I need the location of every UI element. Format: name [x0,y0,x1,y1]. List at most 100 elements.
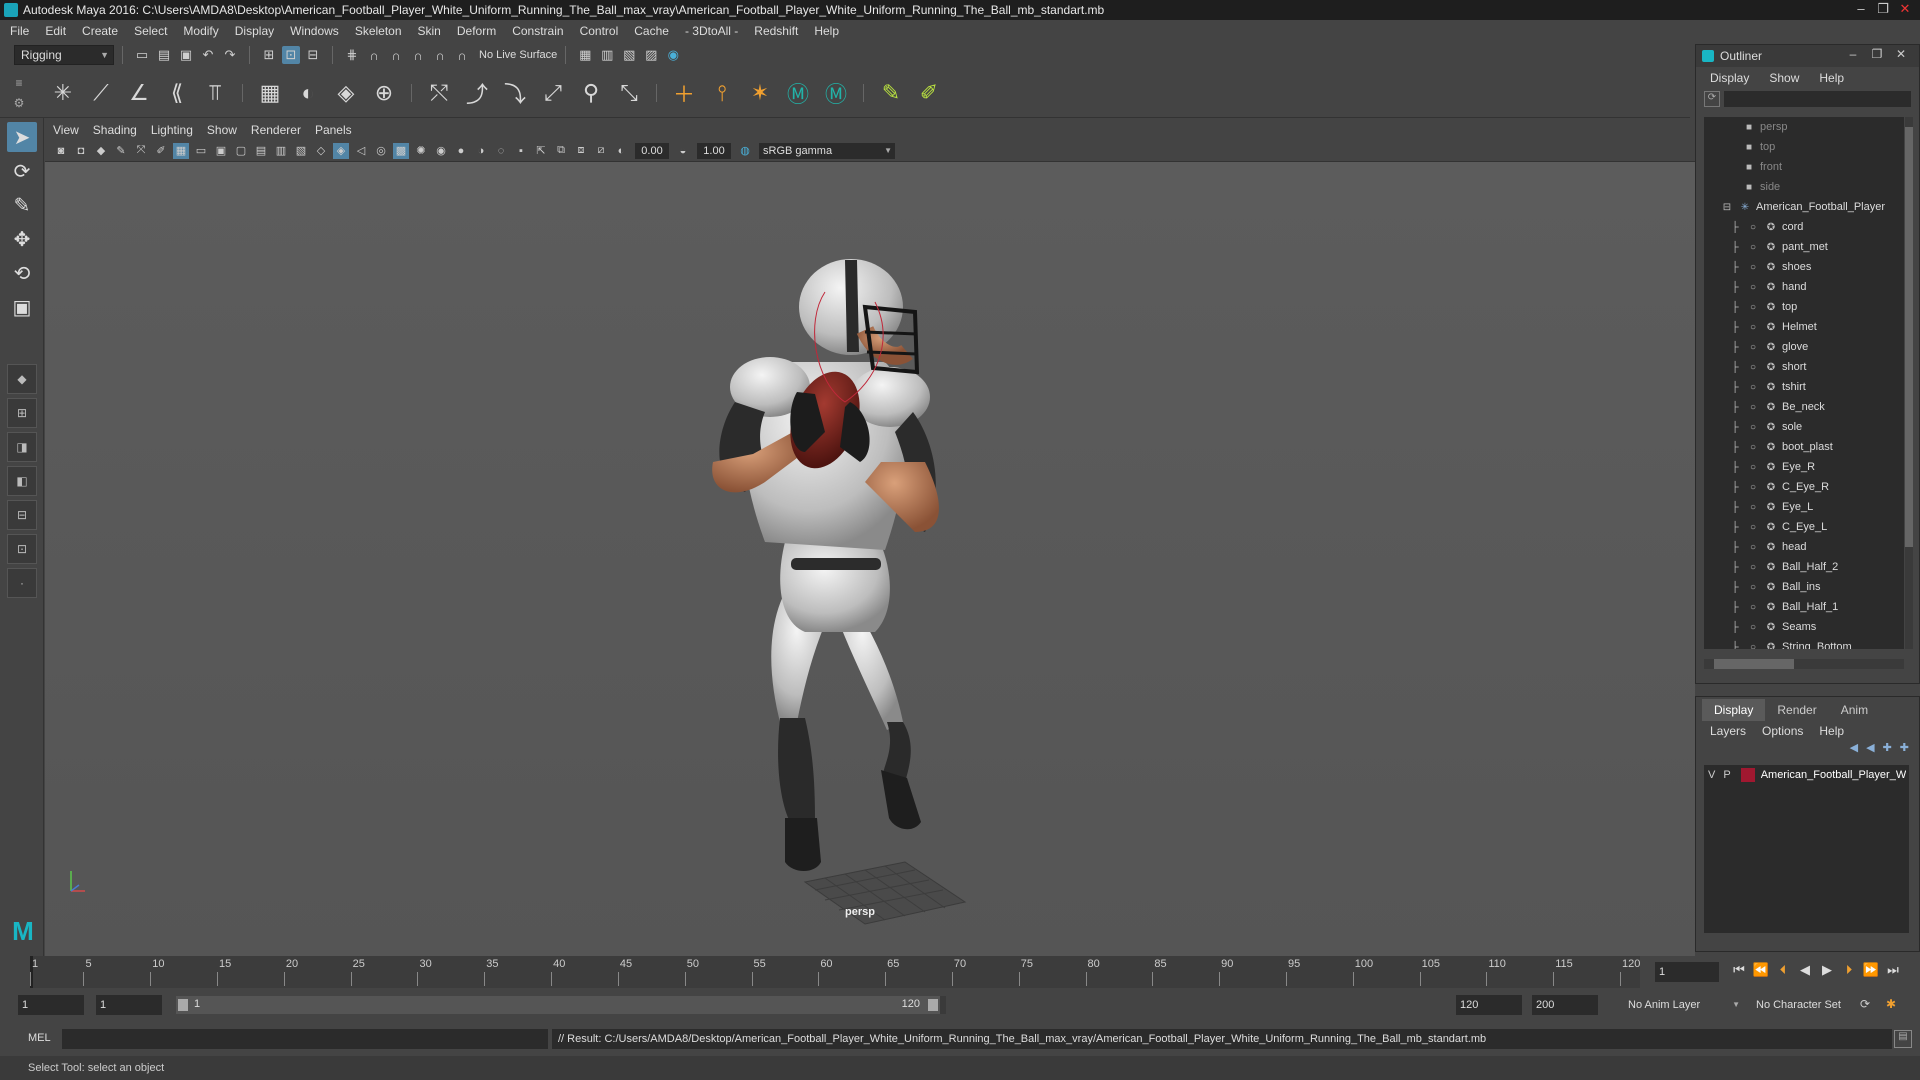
live-surface-label[interactable]: No Live Surface [479,49,557,61]
new-layer-selected-icon[interactable]: ✚ [1900,741,1909,761]
visibility-dot-icon[interactable]: ○ [1746,322,1760,333]
outliner-vertical-scrollbar[interactable] [1905,117,1913,649]
cluster-icon[interactable]: ◐ [293,78,323,108]
panel-menu-panels[interactable]: Panels [315,123,352,137]
step-forward-key-icon[interactable]: ⏵ [1838,962,1860,978]
point-constraint-icon[interactable]: ⤲ [424,78,454,108]
menu-skin[interactable]: Skin [418,24,441,38]
render-settings-icon[interactable]: ▦ [576,46,594,64]
menu-create[interactable]: Create [82,24,118,38]
panel-menu-view[interactable]: View [53,123,79,137]
bounding-box-icon[interactable]: ◁ [353,143,369,159]
tab-anim[interactable]: Anim [1829,699,1880,721]
playback-end-field[interactable]: 120 [1456,995,1522,1015]
outliner-item[interactable]: ├ ○ ✪ C_Eye_L [1704,517,1904,537]
tab-render[interactable]: Render [1765,699,1828,721]
outliner-item[interactable]: ├ ○ ✪ Ball_ins [1704,577,1904,597]
visibility-dot-icon[interactable]: ○ [1746,462,1760,473]
lights-icon[interactable]: ✺ [413,143,429,159]
antialias-icon[interactable]: ◌ [493,143,509,159]
outliner-item[interactable]: ├ ○ ✪ Be_neck [1704,397,1904,417]
wrap-icon[interactable]: ◈ [331,78,361,108]
visibility-dot-icon[interactable]: ○ [1746,282,1760,293]
panel-menu-lighting[interactable]: Lighting [151,123,193,137]
menu-windows[interactable]: Windows [290,24,339,38]
gamma-field[interactable]: 1.00 [697,142,731,159]
outliner-horizontal-scrollbar[interactable] [1704,659,1904,669]
save-scene-icon[interactable]: ▣ [177,46,195,64]
hik-control-icon[interactable]: Ⓜ [821,78,851,108]
outliner-camera-row[interactable]: ■ side [1704,177,1904,197]
motion-blur-icon[interactable]: ◑ [473,143,489,159]
outliner-item[interactable]: ├ ○ ✪ Helmet [1704,317,1904,337]
maximize-icon[interactable]: ❐ [1865,47,1889,61]
outliner-item[interactable]: ├ ○ ✪ String_Bottom [1704,637,1904,649]
select-component-icon[interactable]: ⊟ [304,46,322,64]
layer-menu-options[interactable]: Options [1762,724,1803,738]
joint-tool-icon[interactable]: ✳ [48,78,78,108]
collapse-icon[interactable]: ⊟ [1720,202,1734,213]
select-object-icon[interactable]: ⊡ [282,46,300,64]
playback-start-field[interactable]: 1 [96,995,162,1015]
ambient-occlusion-icon[interactable]: ● [453,143,469,159]
select-tool-icon[interactable]: ➤ [7,122,37,152]
scrollbar-thumb[interactable] [1714,659,1794,669]
layer-menu-layers[interactable]: Layers [1710,724,1746,738]
grease-pencil-icon[interactable]: ✐ [153,143,169,159]
visibility-dot-icon[interactable]: ○ [1746,562,1760,573]
visibility-dot-icon[interactable]: ○ [1746,302,1760,313]
outliner-camera-row[interactable]: ■ front [1704,157,1904,177]
visibility-dot-icon[interactable]: ○ [1746,242,1760,253]
outliner-root-row[interactable]: ⊟ ✳ American_Football_Player [1704,197,1904,217]
panel-menu-show[interactable]: Show [207,123,237,137]
snap-point-icon[interactable]: ∩ [387,46,405,64]
depth-of-field-icon[interactable]: ▪ [513,143,529,159]
lasso-tool-icon[interactable]: ⟳ [7,156,37,186]
exposure-field[interactable]: 0.00 [635,142,669,159]
scale-constraint-icon[interactable]: ⤢ [538,78,568,108]
image-plane-icon[interactable]: ✎ [113,143,129,159]
single-pane-layout-icon[interactable]: ◆ [7,364,37,394]
visibility-dot-icon[interactable]: ○ [1746,582,1760,593]
locator-icon[interactable]: ＋ [669,78,699,108]
menu-help[interactable]: Help [814,24,839,38]
outliner-item[interactable]: ├ ○ ✪ tshirt [1704,377,1904,397]
play-forwards-icon[interactable]: ▶ [1816,962,1838,978]
step-forward-icon[interactable]: ⏩ [1860,962,1882,978]
animation-start-field[interactable]: 1 [18,995,84,1015]
move-layer-down-icon[interactable]: ◀ [1866,741,1874,761]
visibility-dot-icon[interactable]: ○ [1746,382,1760,393]
camera-select-icon[interactable]: ◙ [53,143,69,159]
visibility-dot-icon[interactable]: ○ [1746,642,1760,650]
outliner-search-field[interactable] [1724,91,1911,107]
hypershade-icon[interactable]: ◉ [664,46,682,64]
maximize-icon[interactable]: ❐ [1872,0,1894,18]
go-to-end-icon[interactable]: ⏭ [1882,962,1904,978]
field-chart-icon[interactable]: ▤ [253,143,269,159]
wireframe-icon[interactable]: ◇ [313,143,329,159]
exposure-icon[interactable]: ◐ [613,143,629,159]
rotate-tool-icon[interactable]: ⟲ [7,258,37,288]
hypershade-layout-icon[interactable]: ⊡ [7,534,37,564]
redo-icon[interactable]: ↷ [221,46,239,64]
outliner-menu-show[interactable]: Show [1769,71,1799,85]
paint-select-icon[interactable]: ✎ [7,190,37,220]
layer-row[interactable]: V P American_Football_Player_W [1704,765,1909,785]
layer-menu-help[interactable]: Help [1819,724,1844,738]
outliner-list[interactable]: ■ persp ■ top ■ front ■ side ⊟ ✳ American_Foot… [1704,117,1904,649]
menu-redshift[interactable]: Redshift [754,24,798,38]
bookmark-icon[interactable]: ◆ [93,143,109,159]
auto-key-icon[interactable]: ⟳ [1860,997,1870,1011]
visibility-dot-icon[interactable]: ○ [1746,522,1760,533]
visibility-dot-icon[interactable]: ○ [1746,542,1760,553]
resolution-gate-icon[interactable]: ▣ [213,143,229,159]
open-scene-icon[interactable]: ▤ [155,46,173,64]
snap-curve-icon[interactable]: ∩ [365,46,383,64]
color-management-icon[interactable]: ◍ [737,143,753,159]
menu-3dtoall[interactable]: - 3DtoAll - [685,24,738,38]
outliner-item[interactable]: ├ ○ ✪ Ball_Half_1 [1704,597,1904,617]
menu-control[interactable]: Control [580,24,619,38]
range-start-handle[interactable] [178,999,188,1011]
outliner-camera-row[interactable]: ■ top [1704,137,1904,157]
visibility-dot-icon[interactable]: ○ [1746,362,1760,373]
